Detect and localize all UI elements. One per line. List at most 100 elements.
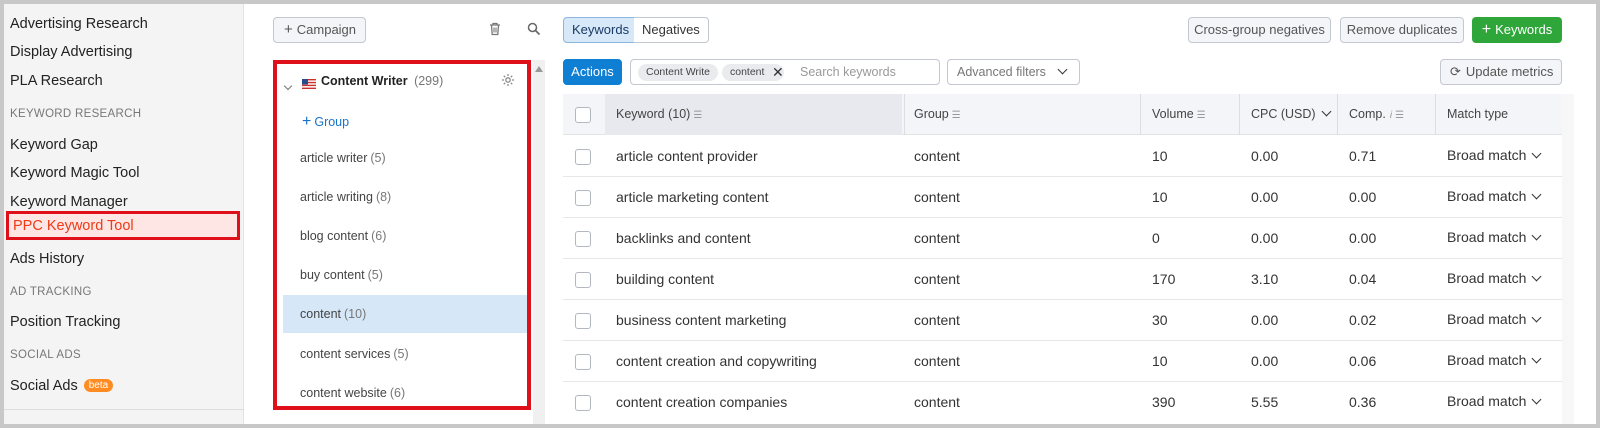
nav-section-social-ads: SOCIAL ADS bbox=[10, 349, 81, 361]
group-item-selected[interactable]: content (10) bbox=[283, 295, 527, 333]
nav-item-pla-research[interactable]: PLA Research bbox=[10, 68, 103, 94]
cell-volume: 10 bbox=[1152, 189, 1168, 205]
advanced-filters-dropdown[interactable]: Advanced filters bbox=[947, 59, 1080, 85]
cell-volume: 170 bbox=[1152, 271, 1176, 287]
group-item[interactable]: article writer (5) bbox=[283, 139, 527, 177]
beta-badge: beta bbox=[83, 379, 114, 392]
group-item[interactable]: buy content (5) bbox=[283, 256, 527, 294]
match-type-label: Broad match bbox=[1447, 229, 1527, 245]
nav-item-keyword-magic-tool[interactable]: Keyword Magic Tool bbox=[10, 160, 140, 186]
info-icon: i bbox=[1389, 110, 1393, 121]
cell-cpc: 0.00 bbox=[1251, 148, 1279, 164]
nav-item-display-advertising[interactable]: Display Advertising bbox=[10, 39, 133, 65]
row-checkbox[interactable] bbox=[575, 272, 591, 288]
col-cpc-header[interactable]: CPC (USD) bbox=[1251, 94, 1332, 135]
table-row[interactable]: backlinks and content content 0 0.00 0.0… bbox=[563, 218, 1562, 259]
col-match-header[interactable]: Match type bbox=[1447, 94, 1508, 135]
match-type-dropdown[interactable]: Broad match bbox=[1447, 258, 1542, 299]
update-metrics-button[interactable]: ⟳ Update metrics bbox=[1440, 59, 1562, 85]
nav-item-social-ads[interactable]: Social Ads beta bbox=[10, 373, 114, 399]
table-row[interactable]: building content content 170 3.10 0.04 B… bbox=[563, 259, 1562, 300]
col-label: Comp. bbox=[1349, 107, 1386, 121]
row-checkbox[interactable] bbox=[575, 313, 591, 329]
match-type-dropdown[interactable]: Broad match bbox=[1447, 217, 1542, 258]
nav-item-position-tracking[interactable]: Position Tracking bbox=[10, 309, 120, 335]
cell-volume: 10 bbox=[1152, 148, 1168, 164]
table-row[interactable]: content creation companies content 390 5… bbox=[563, 382, 1562, 423]
row-checkbox[interactable] bbox=[575, 354, 591, 370]
cell-cpc: 0.00 bbox=[1251, 230, 1279, 246]
gear-icon[interactable] bbox=[501, 73, 515, 92]
select-all-checkbox[interactable] bbox=[575, 107, 591, 123]
chevron-down-icon bbox=[1531, 148, 1542, 159]
row-checkbox[interactable] bbox=[575, 190, 591, 206]
cell-volume: 390 bbox=[1152, 394, 1176, 410]
us-flag-icon bbox=[302, 76, 316, 89]
col-divider bbox=[1435, 94, 1436, 135]
row-checkbox[interactable] bbox=[575, 231, 591, 247]
col-keyword-header[interactable]: Keyword (10) ☰ bbox=[616, 94, 702, 136]
col-comp-header[interactable]: Comp. i ☰ bbox=[1349, 94, 1404, 136]
group-item[interactable]: blog content (6) bbox=[283, 217, 527, 255]
chevron-down-icon bbox=[1531, 312, 1542, 323]
group-item[interactable]: content website (6) bbox=[283, 374, 527, 412]
group-count: (5) bbox=[393, 347, 409, 361]
tab-keywords[interactable]: Keywords bbox=[563, 17, 639, 43]
trash-icon[interactable] bbox=[488, 22, 502, 41]
keyword-search-box[interactable]: Content Write content ✕ Search keywords bbox=[630, 59, 940, 85]
chevron-down-icon bbox=[1321, 106, 1332, 117]
cell-keyword: content creation and copywriting bbox=[616, 353, 817, 369]
tab-negatives[interactable]: Negatives bbox=[634, 17, 709, 43]
table-row[interactable]: business content marketing content 30 0.… bbox=[563, 300, 1562, 341]
nav-item-keyword-gap[interactable]: Keyword Gap bbox=[10, 132, 98, 158]
table-row[interactable]: article content provider content 10 0.00… bbox=[563, 136, 1562, 177]
table-row[interactable]: article marketing content content 10 0.0… bbox=[563, 177, 1562, 218]
col-volume-header[interactable]: Volume ☰ bbox=[1152, 94, 1206, 136]
group-count: (10) bbox=[344, 307, 367, 321]
group-item[interactable]: article writing (8) bbox=[283, 178, 527, 216]
table-row[interactable]: content creation and copywriting content… bbox=[563, 341, 1562, 382]
nav-item-ppc-keyword-tool[interactable]: PPC Keyword Tool bbox=[6, 211, 240, 240]
campaign-header[interactable]: Content Writer (299) bbox=[321, 71, 443, 91]
group-panel-scrollbar[interactable] bbox=[533, 60, 545, 424]
filter-chip-campaign[interactable]: Content Write bbox=[638, 64, 718, 81]
cell-cpc: 0.00 bbox=[1251, 189, 1279, 205]
match-type-dropdown[interactable]: Broad match bbox=[1447, 381, 1542, 422]
cell-keyword: article content provider bbox=[616, 148, 758, 164]
table-scrollbar[interactable] bbox=[1562, 94, 1574, 424]
group-name: content services bbox=[300, 347, 391, 361]
cell-group: content bbox=[914, 353, 960, 369]
cell-comp: 0.04 bbox=[1349, 271, 1377, 287]
actions-button[interactable]: Actions bbox=[563, 59, 622, 85]
group-item[interactable]: content services (5) bbox=[283, 335, 527, 373]
cell-keyword: content creation companies bbox=[616, 394, 788, 410]
cell-group: content bbox=[914, 230, 960, 246]
add-group-button[interactable]: + Group bbox=[302, 112, 349, 132]
cell-cpc: 5.55 bbox=[1251, 394, 1279, 410]
row-checkbox[interactable] bbox=[575, 149, 591, 165]
add-keywords-button[interactable]: + Keywords bbox=[1472, 17, 1562, 43]
match-type-dropdown[interactable]: Broad match bbox=[1447, 176, 1542, 217]
chevron-down-icon bbox=[1531, 353, 1542, 364]
row-checkbox[interactable] bbox=[575, 395, 591, 411]
col-divider bbox=[1140, 94, 1141, 135]
cross-group-negatives-button[interactable]: Cross-group negatives bbox=[1188, 17, 1331, 43]
nav-item-advertising-research[interactable]: Advertising Research bbox=[10, 11, 148, 37]
col-group-header[interactable]: Group ☰ bbox=[914, 94, 961, 136]
sort-icon: ☰ bbox=[1196, 110, 1206, 121]
nav-item-ads-history[interactable]: Ads History bbox=[10, 246, 84, 272]
add-campaign-button[interactable]: + Campaign bbox=[273, 17, 366, 43]
remove-duplicates-button[interactable]: Remove duplicates bbox=[1340, 17, 1464, 43]
search-icon[interactable] bbox=[527, 22, 541, 41]
plus-icon: + bbox=[284, 21, 293, 38]
search-input-placeholder[interactable]: Search keywords bbox=[800, 60, 896, 84]
col-label: Group bbox=[914, 107, 949, 121]
chevron-down-icon[interactable] bbox=[283, 76, 293, 94]
match-type-dropdown[interactable]: Broad match bbox=[1447, 299, 1542, 340]
scroll-up-icon[interactable] bbox=[535, 66, 543, 72]
match-type-dropdown[interactable]: Broad match bbox=[1447, 340, 1542, 381]
cell-group: content bbox=[914, 271, 960, 287]
nav-item-label: Social Ads bbox=[10, 378, 78, 394]
close-icon[interactable]: ✕ bbox=[772, 62, 784, 82]
match-type-dropdown[interactable]: Broad match bbox=[1447, 135, 1542, 176]
